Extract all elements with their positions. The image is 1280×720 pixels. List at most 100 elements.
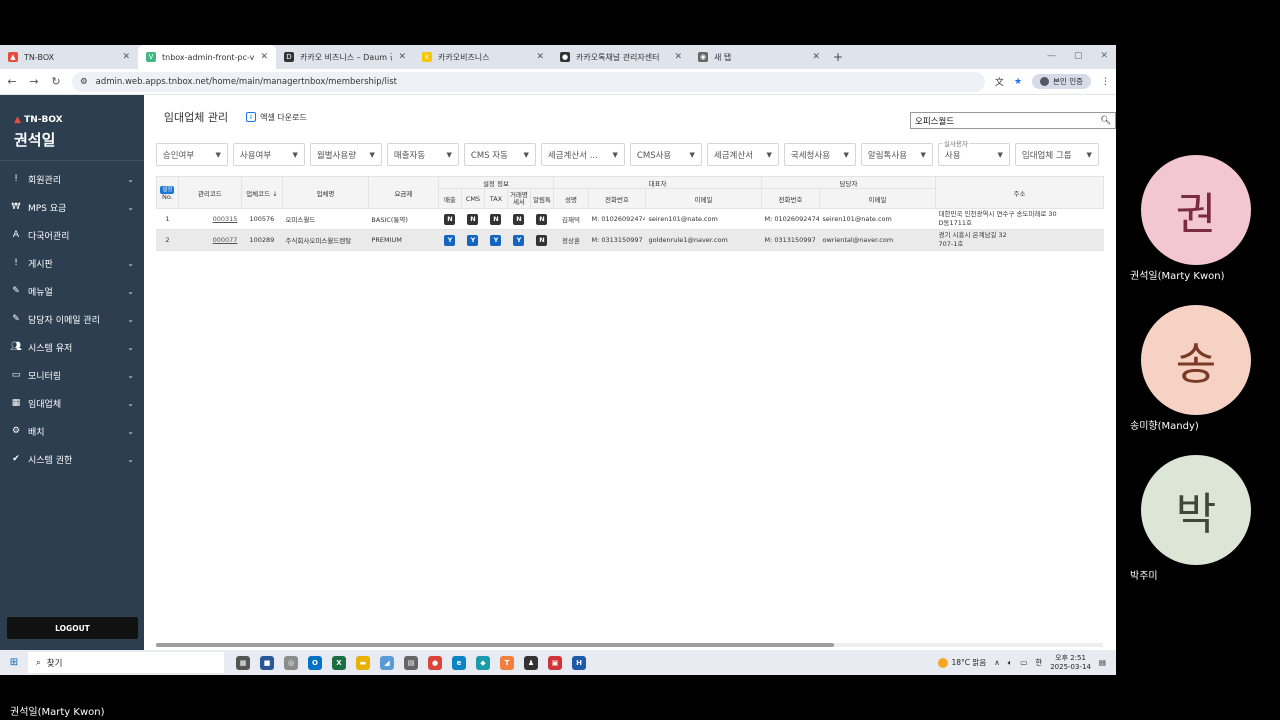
filter-select-4[interactable]: 매출자동 ▼	[386, 143, 459, 166]
notify-flag: N	[530, 229, 554, 251]
search-input[interactable]: 오피스월드 🔍︎	[910, 112, 1116, 129]
rep-phone: M: 01026092474	[588, 208, 646, 230]
logout-button[interactable]: LOGOUT	[7, 617, 138, 639]
minimize-icon[interactable]: —	[1047, 51, 1056, 61]
sidebar-item-7[interactable]: 👥︎ 시스템 유저 ⌄	[0, 333, 144, 361]
filter-select-11[interactable]: 실사용자 사용 ▼	[937, 138, 1010, 166]
app-icon[interactable]: ♟	[524, 655, 538, 670]
close-window-icon[interactable]: ✕	[1100, 51, 1108, 61]
back-icon[interactable]: ←	[6, 75, 18, 88]
tab-4[interactable]: k 카카오비즈니스 ✕	[414, 45, 552, 69]
filter-select-7[interactable]: CMS사용 ▼	[629, 143, 702, 166]
brand-logo[interactable]: ▲ TN-BOX	[0, 95, 144, 125]
close-tab-icon[interactable]: ✕	[398, 52, 406, 62]
maximize-icon[interactable]: ▢	[1074, 51, 1083, 61]
filter-select-1[interactable]: 승인여부 ▼	[155, 143, 228, 166]
table-row[interactable]: 1 000315 100576 오피스월드 BASIC(통약) N N N N N 김재덕 M: 01…	[156, 208, 1104, 230]
weather-widget[interactable]: 18°C 맑음	[937, 657, 986, 668]
sales-header: 매출	[437, 188, 462, 209]
sidebar-item-5[interactable]: ✎ 메뉴얼 ⌄	[0, 277, 144, 305]
sidebar-item-8[interactable]: ▭ 모니터링 ⌄	[0, 361, 144, 389]
sidebar-item-3[interactable]: A 다국어관리	[0, 221, 144, 249]
close-tab-icon[interactable]: ✕	[122, 52, 130, 62]
sidebar-item-11[interactable]: ✔ 시스템 권한 ⌄	[0, 445, 144, 473]
profile-button[interactable]: 본인 인증	[1032, 74, 1091, 89]
app-icon[interactable]: ◢	[380, 655, 394, 670]
taskbar-search[interactable]: ⌕ 찾기	[28, 652, 224, 673]
chevron-down-icon: ⌄	[127, 454, 134, 464]
daum-icon: D	[284, 52, 294, 62]
windows-start-icon[interactable]: ⊞	[0, 657, 28, 668]
tab-6[interactable]: ◉ 새 탭 ✕	[690, 45, 828, 69]
filter-select-2[interactable]: 사용여부 ▼	[232, 143, 305, 166]
app-icon[interactable]: ◎	[284, 655, 298, 670]
url-bar[interactable]: ⚙ admin.web.apps.tnbox.net/home/main/man…	[72, 71, 985, 92]
tray-chevron-icon[interactable]: ∧	[994, 658, 1000, 667]
plan-header[interactable]: 요금제	[367, 176, 439, 209]
filter-select-6[interactable]: 세금계산서 ... ▼	[540, 143, 625, 166]
chevron-down-icon: ⌄	[127, 258, 134, 268]
sidebar-item-9[interactable]: ▦ 임대업체 ⌄	[0, 389, 144, 417]
close-tab-icon[interactable]: ✕	[260, 52, 268, 62]
close-tab-icon[interactable]: ✕	[674, 52, 682, 62]
task-view-icon[interactable]: ▦	[236, 655, 250, 670]
app-icon[interactable]: ◆	[476, 655, 490, 670]
close-tab-icon[interactable]: ✕	[812, 52, 820, 62]
caret-down-icon: ▼	[215, 150, 221, 159]
mgmt-code-header[interactable]: 관리코드	[177, 176, 242, 209]
sidebar: ▲ TN-BOX 권석일 ! 회원관리 ⌄ ₩ MPS 요금 ⌄ A 다국어관리! 게시판 ⌄ ✎ 메…	[0, 95, 144, 650]
sidebar-item-label: 다국어관리	[28, 231, 70, 242]
reload-icon[interactable]: ↻	[50, 75, 62, 88]
ime-icon[interactable]: 한	[1035, 657, 1042, 668]
tab-1[interactable]: ▲ TN-BOX ✕	[0, 45, 138, 69]
filter-value: 승인여부	[162, 150, 195, 161]
teams-icon[interactable]: T	[500, 655, 514, 670]
address: 대한민국 인천광역시 연수구 송도미래로 30 D동1711호	[935, 208, 1104, 230]
file-explorer-icon[interactable]: ▬	[356, 655, 370, 670]
address-header[interactable]: 주소	[935, 176, 1104, 209]
filter-select-12[interactable]: 임대업체 그룹 ▼	[1014, 143, 1099, 166]
excel-app-icon[interactable]: X	[332, 655, 346, 670]
filter-select-5[interactable]: CMS 자동 ▼	[463, 143, 536, 166]
app-icon[interactable]: H	[572, 655, 586, 670]
new-tab-button[interactable]: +	[828, 45, 848, 69]
tab-5[interactable]: ● 카카오톡채널 관리자센터 ✕	[552, 45, 690, 69]
site-info-icon[interactable]: ⚙	[80, 77, 88, 87]
forward-icon[interactable]: →	[28, 75, 40, 88]
search-icon[interactable]: 🔍︎	[1100, 116, 1111, 126]
filter-select-8[interactable]: 세금계산서 ▼	[706, 143, 779, 166]
more-menu-icon[interactable]: ⋮	[1101, 77, 1110, 87]
sidebar-item-10[interactable]: ⚙ 배치 ⌄	[0, 417, 144, 445]
excel-download-button[interactable]: ⇩ 엑셀 다운로드	[246, 112, 307, 123]
mgmt-code-link[interactable]: 000077	[213, 236, 238, 244]
table-row[interactable]: 2 000077 100289 주식회사오피스월드렌탈 PREMIUM Y Y Y Y N 정상훈 M…	[156, 229, 1104, 251]
sidebar-item-4[interactable]: ! 게시판 ⌄	[0, 249, 144, 277]
app-icon[interactable]: ▣	[548, 655, 562, 670]
clock[interactable]: 오후 2:51 2025-03-14	[1050, 654, 1091, 672]
sidebar-item-6[interactable]: ✎ 담당자 이메일 관리 ⌄	[0, 305, 144, 333]
filter-select-3[interactable]: 월별사용량 ▼	[309, 143, 382, 166]
bookmark-star-icon[interactable]: ★	[1014, 77, 1022, 87]
company-code-header[interactable]: 업체코드 ↓	[240, 176, 283, 209]
filter-select-10[interactable]: 알림톡사용 ▼	[860, 143, 933, 166]
close-tab-icon[interactable]: ✕	[536, 52, 544, 62]
volume-icon[interactable]: 🔈︎	[1008, 658, 1013, 668]
edge-icon[interactable]: e	[452, 655, 466, 670]
mgmt-code-link[interactable]: 000315	[213, 215, 238, 223]
calculator-icon[interactable]: ▤	[404, 655, 418, 670]
sticky-notes-icon[interactable]: ■	[260, 655, 274, 670]
translate-icon[interactable]: 文	[995, 75, 1004, 88]
company-name-header[interactable]: 업체명	[281, 176, 369, 209]
horizontal-scrollbar[interactable]	[155, 643, 1103, 647]
chrome-icon[interactable]: ●	[428, 655, 442, 670]
tab-3[interactable]: D 카카오 비즈니스 – Daum 검색 ✕	[276, 45, 414, 69]
tab-2[interactable]: Vtnbox-admin-front-pc-vue ✕	[138, 45, 276, 69]
sidebar-item-1[interactable]: ! 회원관리 ⌄	[0, 165, 144, 193]
outlook-icon[interactable]: O	[308, 655, 322, 670]
filter-select-9[interactable]: 국세청사용 ▼	[783, 143, 856, 166]
notification-icon[interactable]: ▤	[1099, 658, 1106, 667]
sidebar-item-2[interactable]: ₩ MPS 요금 ⌄	[0, 193, 144, 221]
chevron-down-icon: ⌄	[127, 370, 134, 380]
scrollbar-thumb[interactable]	[155, 643, 834, 647]
network-icon[interactable]: ▭	[1020, 658, 1027, 667]
